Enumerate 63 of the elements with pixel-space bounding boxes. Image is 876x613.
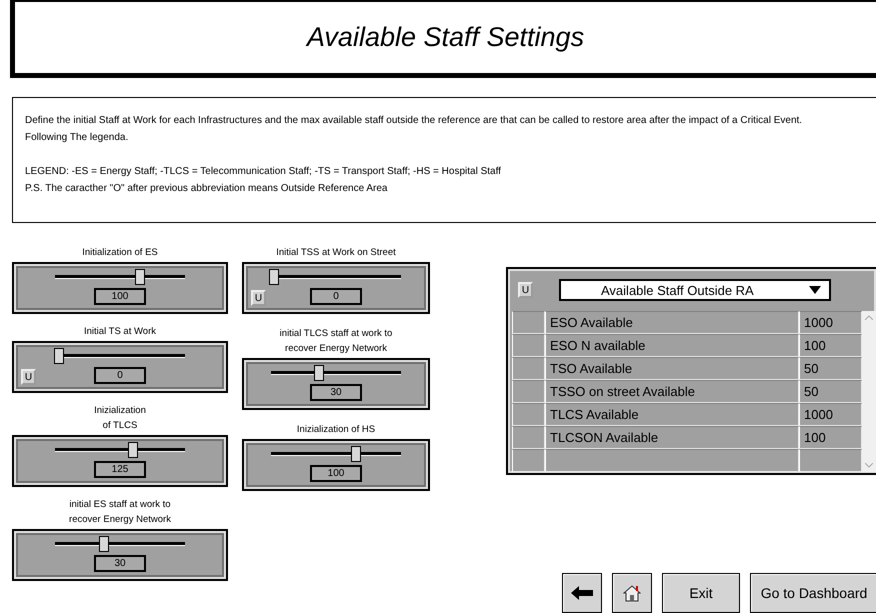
update-button[interactable]: U xyxy=(21,369,36,385)
row-header[interactable] xyxy=(512,334,545,357)
value-field[interactable]: 0 xyxy=(310,288,362,305)
table-cell: ESO Available xyxy=(545,311,799,334)
row-header[interactable] xyxy=(512,449,545,472)
table-cell: TLCSON Available xyxy=(545,426,799,449)
slider[interactable] xyxy=(271,446,401,462)
slider[interactable] xyxy=(55,269,185,285)
value-field[interactable]: 30 xyxy=(310,384,362,401)
slider-label: initial ES staff at work to recover Energy Network xyxy=(69,498,171,527)
slider-label: Inizialization of TLCS xyxy=(94,404,146,433)
exit-button[interactable]: Exit xyxy=(662,573,740,613)
slider-thumb[interactable] xyxy=(54,348,64,364)
slider-thumb[interactable] xyxy=(134,269,144,285)
slider-thumb[interactable] xyxy=(128,442,138,458)
row-header[interactable] xyxy=(512,380,545,403)
value-field[interactable]: 125 xyxy=(94,461,146,478)
slider[interactable] xyxy=(271,365,401,381)
slider-thumb[interactable] xyxy=(268,269,279,285)
table-cell: 50 xyxy=(799,357,862,380)
dropdown-caret-icon xyxy=(809,286,821,294)
table-cell: ESO N available xyxy=(545,334,799,357)
back-button[interactable] xyxy=(562,573,602,613)
legend-text: LEGEND: -ES = Energy Staff; -TLCS = Telecommunication Staff; -TS = Transport Staff; -HS = Hospital Staff xyxy=(25,165,502,179)
row-header[interactable] xyxy=(512,426,545,449)
row-header[interactable] xyxy=(512,311,545,334)
slider-label: initial TLCS staff at work to recover Energy Network xyxy=(280,327,392,356)
table-cell: TSO Available xyxy=(545,357,799,380)
value-field[interactable]: 100 xyxy=(94,288,146,305)
update-button[interactable]: U xyxy=(251,290,266,306)
table-cell: TSSO on street Available xyxy=(545,380,799,403)
value-field[interactable]: 100 xyxy=(310,465,362,482)
back-arrow-icon xyxy=(571,586,593,600)
value-field[interactable]: 30 xyxy=(94,555,146,572)
table-cell xyxy=(799,449,862,472)
home-button[interactable] xyxy=(612,573,652,613)
slider[interactable] xyxy=(271,269,401,285)
slider-label: Inizialization of HS xyxy=(296,423,376,437)
slider-label: Initial TS at Work xyxy=(84,325,156,339)
slider-thumb[interactable] xyxy=(99,536,110,552)
row-header[interactable] xyxy=(512,403,545,426)
note-text: P.S. The caracther "O" after previous abbreviation means Outside Reference Area xyxy=(25,182,388,196)
slider[interactable] xyxy=(55,536,185,552)
slider-label: Initial TSS at Work on Street xyxy=(276,246,396,260)
table-cell: 1000 xyxy=(799,311,862,334)
update-button[interactable]: U xyxy=(518,282,533,298)
page-title: Available Staff Settings xyxy=(306,22,584,53)
slider[interactable] xyxy=(55,348,185,364)
table-cell: 1000 xyxy=(799,403,862,426)
table-cell: 50 xyxy=(799,380,862,403)
value-field[interactable]: 0 xyxy=(94,367,146,384)
table-cell: 100 xyxy=(799,334,862,357)
table-dropdown[interactable]: Available Staff Outside RA xyxy=(559,279,831,301)
description-text: Define the initial Staff at Work for each Infrastructures and the max available staff outside the reference are that can be called to restore area after the impact of a Critical Event. Following The legenda. xyxy=(25,114,804,145)
table-cell: TLCS Available xyxy=(545,403,799,426)
table-cell: 100 xyxy=(799,426,862,449)
slider-thumb[interactable] xyxy=(314,365,324,381)
dashboard-button[interactable]: Go to Dashboard xyxy=(750,573,876,613)
row-header[interactable] xyxy=(512,357,545,380)
slider-thumb[interactable] xyxy=(350,446,360,462)
home-icon xyxy=(623,584,641,602)
slider-label: Initialization of ES xyxy=(82,246,158,260)
slider[interactable] xyxy=(55,442,185,458)
